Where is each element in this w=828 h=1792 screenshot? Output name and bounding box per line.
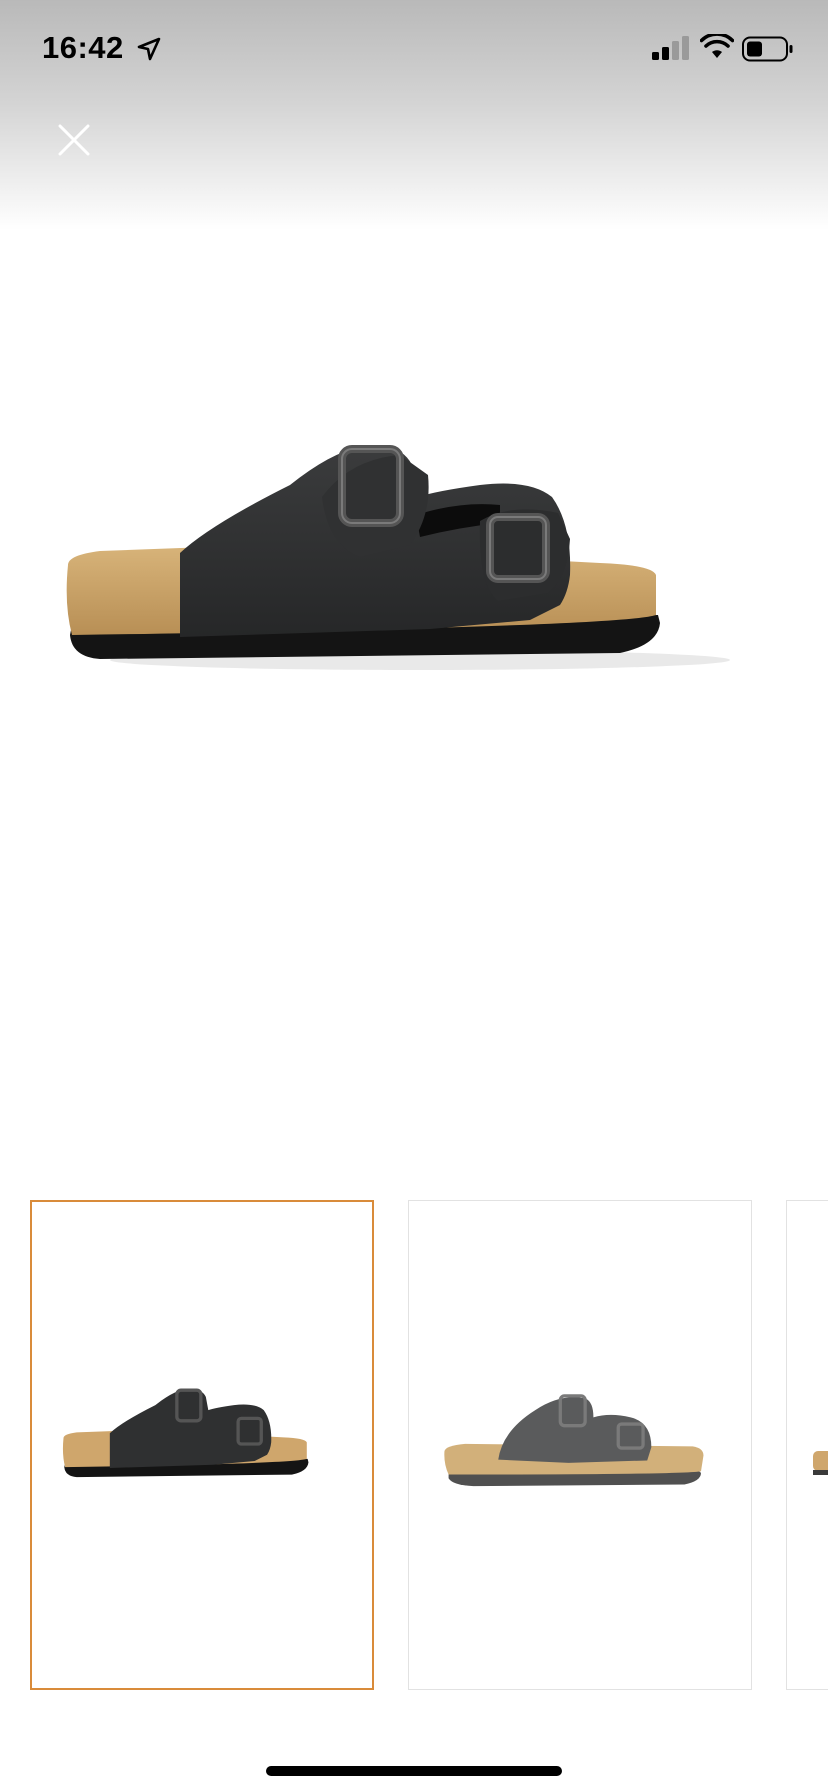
- wifi-icon: [700, 34, 734, 58]
- thumbnail-strip[interactable]: [0, 1200, 828, 1694]
- thumbnail-sandal-image: [62, 1388, 309, 1478]
- location-arrow-icon: [137, 37, 161, 61]
- thumbnail-sandal-image: [444, 1394, 704, 1487]
- product-image-viewer: 16:42: [0, 0, 828, 1792]
- thumbnail-sandal-image: [813, 1451, 828, 1475]
- close-button[interactable]: [52, 118, 96, 162]
- status-time: 16:42: [42, 30, 124, 65]
- battery-icon: [742, 36, 793, 62]
- status-bar: 16:42: [0, 0, 828, 100]
- cellular-signal-icon: [652, 36, 689, 60]
- main-product-image[interactable]: [60, 405, 760, 695]
- thumbnail-1[interactable]: [30, 1200, 374, 1690]
- home-indicator[interactable]: [266, 1766, 562, 1776]
- thumbnail-3[interactable]: [786, 1200, 828, 1690]
- close-icon: [58, 124, 90, 156]
- thumbnail-2[interactable]: [408, 1200, 752, 1690]
